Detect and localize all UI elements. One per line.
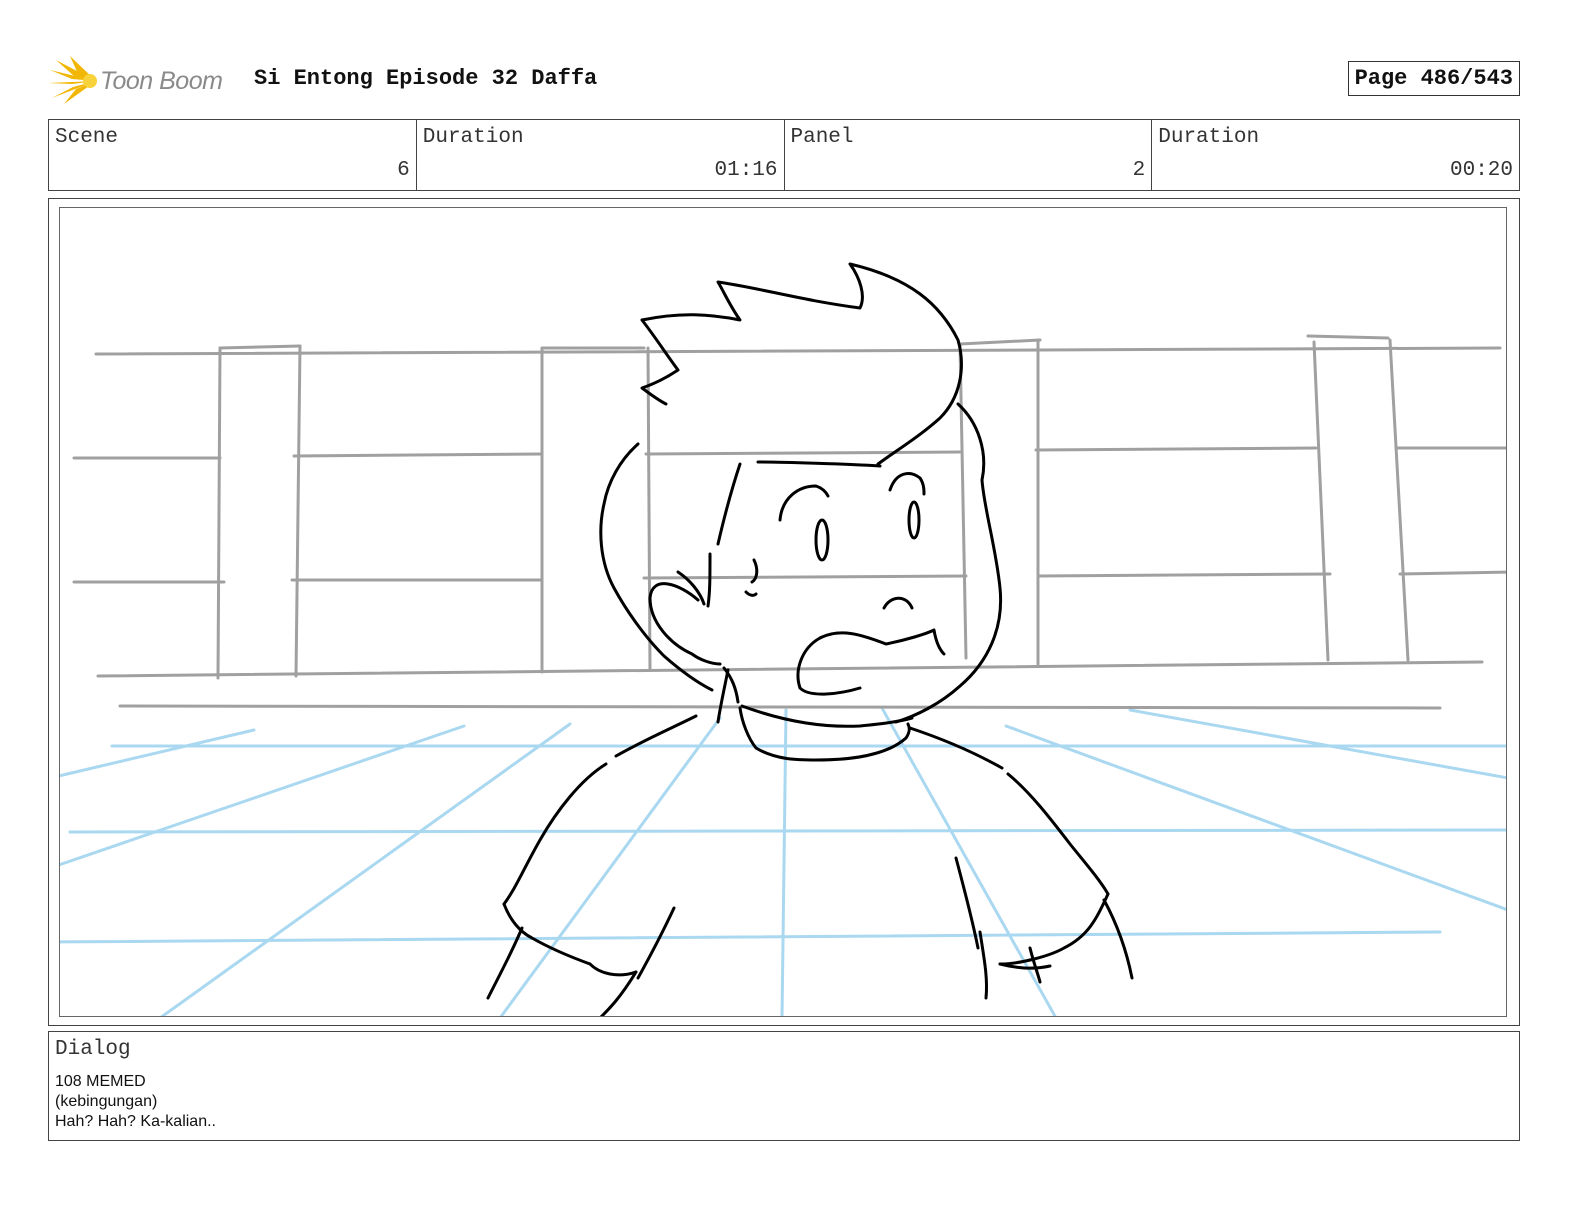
scene-duration-cell: Duration 01:16: [417, 120, 785, 190]
panel-duration-value: 00:20: [1449, 159, 1513, 182]
panel-label: Panel: [790, 126, 854, 149]
burst-icon: [48, 56, 97, 104]
background-railing: [72, 334, 1506, 710]
panel-duration-cell: Duration 00:20: [1152, 120, 1519, 190]
dialog-text: 108 MEMED (kebingungan) Hah? Hah? Ka-kal…: [55, 1072, 216, 1132]
panel-info-row: Scene 6 Duration 01:16 Panel 2 Duration …: [48, 119, 1520, 191]
dialog-line: Hah? Hah? Ka-kalian..: [55, 1113, 216, 1130]
dialog-section: Dialog 108 MEMED (kebingungan) Hah? Hah?…: [48, 1031, 1520, 1141]
panel-value: 2: [1132, 159, 1146, 182]
panel-drawing-area: [59, 207, 1507, 1017]
page-header: Toon Boom Si Entong Episode 32 Daffa Pag…: [48, 56, 1520, 106]
scene-value: 6: [397, 159, 410, 182]
storyboard-sketch: [60, 262, 1506, 1016]
perspective-grid: [60, 706, 1506, 1016]
logo-text: Toon Boom: [100, 66, 223, 95]
scene-duration-label: Duration: [422, 126, 524, 149]
dialog-line: (kebingungan): [55, 1093, 158, 1110]
panel-cell: Panel 2: [785, 120, 1153, 190]
scene-label: Scene: [55, 126, 119, 149]
dialog-label: Dialog: [55, 1038, 131, 1061]
scene-duration-value: 01:16: [714, 159, 778, 182]
panel-duration-label: Duration: [1158, 126, 1260, 149]
toon-boom-logo: Toon Boom: [48, 56, 223, 106]
page-number: Page 486/543: [1347, 61, 1520, 96]
dialog-line: 108 MEMED: [55, 1073, 146, 1090]
storyboard-panel: [48, 198, 1520, 1026]
document-title: Si Entong Episode 32 Daffa: [254, 66, 598, 91]
scene-cell: Scene 6: [49, 120, 417, 190]
